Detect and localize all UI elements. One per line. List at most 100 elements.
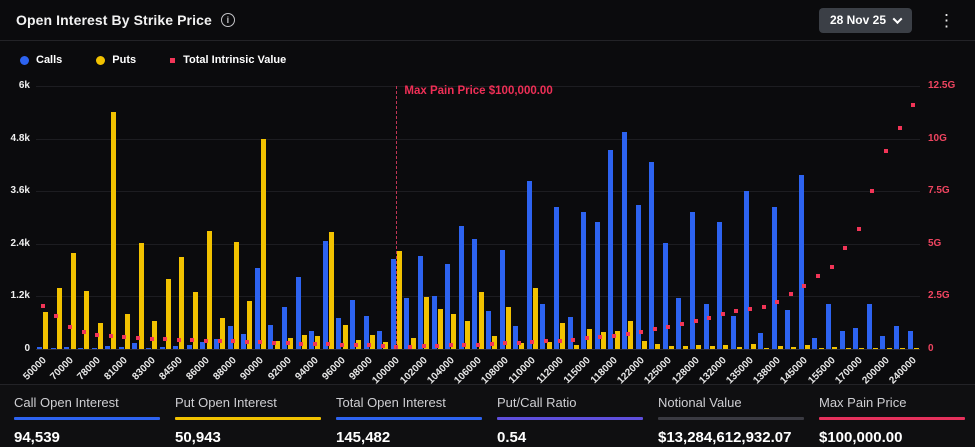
intrinsic-value-dot (231, 339, 235, 343)
call-bar (37, 347, 42, 349)
call-bar (853, 328, 858, 349)
intrinsic-value-dot (775, 300, 779, 304)
intrinsic-value-dot (870, 189, 874, 193)
chart-legend: Calls Puts Total Intrinsic Value (20, 50, 320, 70)
stat-value: $100,000.00 (819, 429, 969, 446)
call-bar (309, 331, 314, 349)
put-bar (900, 348, 905, 349)
put-bar (207, 231, 212, 349)
put-bar (397, 251, 402, 349)
expiry-date-selector[interactable]: 28 Nov 25 (819, 8, 912, 33)
stat-label: Put/Call Ratio (497, 395, 647, 410)
put-bar (125, 314, 130, 349)
right-axis-tick-label: 2.5G (928, 290, 968, 301)
call-bar (595, 222, 600, 349)
legend-intrinsic-label: Total Intrinsic Value (183, 54, 286, 66)
intrinsic-value-dot (517, 341, 521, 345)
intrinsic-value-dot (626, 332, 630, 336)
intrinsic-value-dot (136, 336, 140, 340)
intrinsic-value-dot (694, 319, 698, 323)
intrinsic-value-dot (530, 340, 534, 344)
call-bar (500, 250, 505, 349)
left-axis-tick-label: 3.6k (3, 185, 30, 196)
put-bar (84, 291, 89, 349)
call-bar (296, 277, 301, 349)
intrinsic-value-dot (190, 338, 194, 342)
intrinsic-value-dot (218, 339, 222, 343)
call-bar (119, 347, 124, 349)
call-bar (51, 348, 56, 349)
stat-total-open-interest: Total Open Interest 145,482 (336, 395, 486, 446)
call-bar (840, 331, 845, 349)
stat-label: Put Open Interest (175, 395, 325, 410)
intrinsic-value-dot (299, 342, 303, 346)
intrinsic-value-dot (748, 307, 752, 311)
stat-value: 50,943 (175, 429, 325, 446)
call-bar (432, 296, 437, 349)
intrinsic-value-dot (367, 343, 371, 347)
call-bar (418, 256, 423, 349)
intrinsic-marker-icon (170, 58, 175, 63)
put-bar (683, 346, 688, 349)
right-axis-tick-label: 10G (928, 133, 968, 144)
intrinsic-value-dot (150, 337, 154, 341)
intrinsic-value-dot (857, 227, 861, 231)
kebab-menu-icon[interactable]: ⋮ (934, 10, 959, 31)
gridline (36, 191, 920, 192)
call-bar (173, 346, 178, 349)
intrinsic-value-dot (272, 341, 276, 345)
intrinsic-value-dot (422, 344, 426, 348)
call-bar (268, 325, 273, 349)
call-bar (404, 298, 409, 349)
stat-accent-rule (497, 417, 643, 420)
call-bar (731, 316, 736, 349)
call-bar (880, 336, 885, 349)
intrinsic-value-dot (313, 342, 317, 346)
right-axis-tick-label: 0 (928, 343, 968, 354)
stat-value: 145,482 (336, 429, 486, 446)
gridline (36, 139, 920, 140)
call-bar (608, 150, 613, 349)
stat-put-call-ratio: Put/Call Ratio 0.54 (497, 395, 647, 446)
intrinsic-value-dot (585, 336, 589, 340)
intrinsic-value-dot (54, 314, 58, 318)
stat-accent-rule (819, 417, 965, 420)
call-bar (758, 333, 763, 349)
call-bar (772, 207, 777, 349)
legend-item-calls[interactable]: Calls (20, 54, 62, 66)
intrinsic-value-dot (639, 330, 643, 334)
stat-max-pain-price: Max Pain Price $100,000.00 (819, 395, 969, 446)
put-bar (710, 346, 715, 349)
put-bar (139, 243, 144, 349)
intrinsic-value-dot (41, 304, 45, 308)
legend-calls-label: Calls (36, 54, 62, 66)
intrinsic-value-dot (680, 322, 684, 326)
stat-accent-rule (336, 417, 482, 420)
call-bar (228, 326, 233, 349)
calls-marker-icon (20, 56, 29, 65)
put-bar (819, 348, 824, 349)
put-bar (220, 318, 225, 349)
call-bar (908, 331, 913, 349)
plot-area[interactable]: 01.2k2.4k3.6k4.8k6k02.5G5G7.5G10G12.5G50… (36, 86, 920, 349)
info-icon[interactable]: i (221, 13, 235, 27)
right-axis-tick-label: 12.5G (928, 80, 968, 91)
intrinsic-value-dot (326, 342, 330, 346)
intrinsic-value-dot (721, 312, 725, 316)
put-bar (479, 292, 484, 349)
intrinsic-value-dot (558, 339, 562, 343)
panel-header: Open Interest By Strike Price i 28 Nov 2… (0, 0, 975, 41)
call-bar (785, 310, 790, 349)
legend-item-puts[interactable]: Puts (96, 54, 136, 66)
legend-puts-label: Puts (112, 54, 136, 66)
page-title: Open Interest By Strike Price (16, 12, 212, 28)
intrinsic-value-dot (245, 340, 249, 344)
call-bar (187, 345, 192, 349)
stat-value: 0.54 (497, 429, 647, 446)
puts-marker-icon (96, 56, 105, 65)
intrinsic-value-dot (843, 246, 847, 250)
put-bar (859, 348, 864, 349)
intrinsic-value-dot (789, 292, 793, 296)
intrinsic-value-dot (707, 316, 711, 320)
legend-item-intrinsic[interactable]: Total Intrinsic Value (170, 54, 286, 66)
